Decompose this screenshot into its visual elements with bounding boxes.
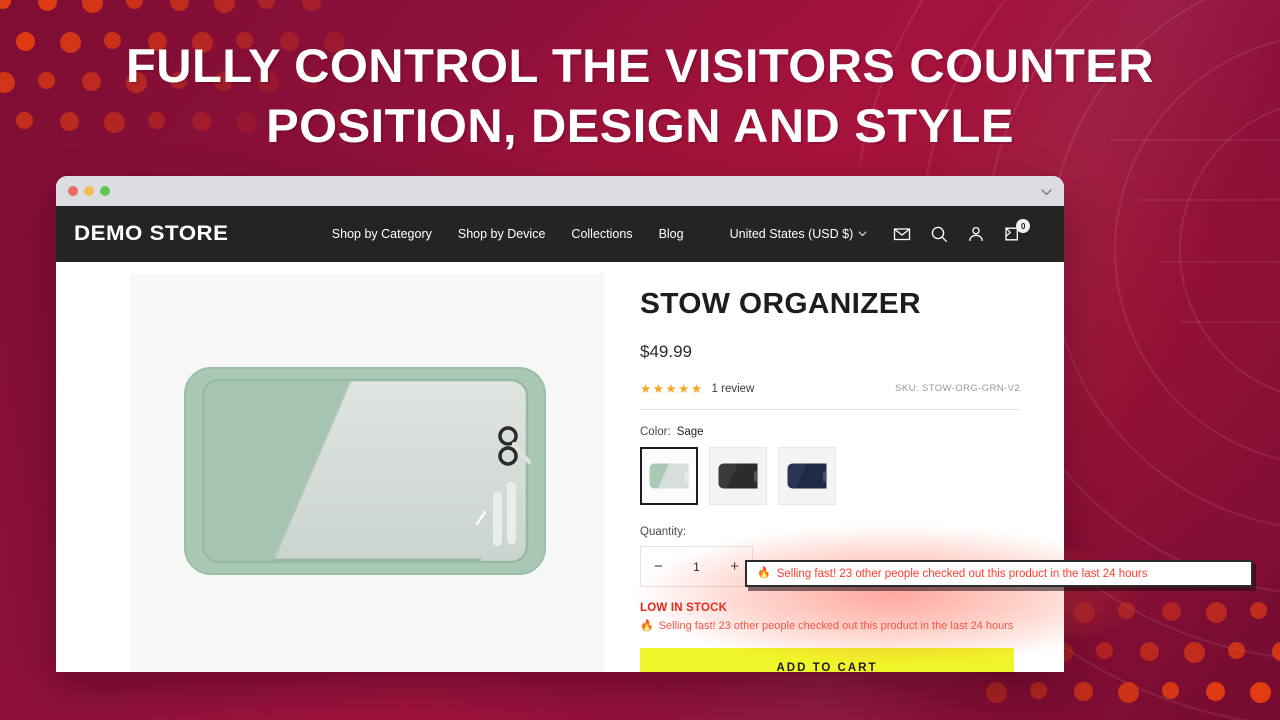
nav-item-blog[interactable]: Blog [659, 227, 684, 241]
swatch-navy[interactable] [778, 447, 836, 505]
main-navigation: Shop by Category Shop by Device Collecti… [332, 227, 684, 241]
close-window-button[interactable] [68, 186, 78, 196]
stock-status-badge: LOW IN STOCK [640, 602, 728, 614]
visitor-counter-text: Selling fast! 23 other people checked ou… [658, 620, 1014, 632]
cart-count-badge: 0 [1016, 219, 1031, 233]
quantity-stepper[interactable]: − 1 + [640, 546, 753, 587]
flame-icon: 🔥 [640, 619, 654, 632]
traffic-lights [68, 186, 110, 196]
color-option-label: Color: Sage [640, 426, 1020, 438]
add-to-cart-button[interactable]: ADD TO CART [640, 648, 1014, 672]
product-gallery[interactable] [130, 274, 604, 672]
cart-icon[interactable]: 0 [1004, 219, 1031, 243]
product-sku: SKU: STOW-ORG-GRN-V2 [895, 383, 1020, 394]
browser-chrome-bar [56, 176, 1064, 206]
browser-window: DEMO STORE Shop by Category Shop by Devi… [56, 176, 1064, 672]
swatch-black[interactable] [709, 447, 767, 505]
rating-row: ★★★★★ 1 review SKU: STOW-ORG-GRN-V2 [640, 381, 1020, 396]
mail-icon[interactable] [893, 225, 911, 243]
account-icon[interactable] [967, 225, 985, 243]
product-image [181, 364, 553, 582]
quantity-decrement-button[interactable]: − [654, 559, 663, 574]
color-label-text: Color: [640, 426, 671, 438]
locale-selector[interactable]: United States (USD $) [730, 227, 868, 241]
nav-item-shop-by-category[interactable]: Shop by Category [332, 227, 432, 241]
search-icon[interactable] [930, 225, 948, 243]
minimize-window-button[interactable] [84, 186, 94, 196]
locale-label: United States (USD $) [729, 227, 854, 241]
callout-text: Selling fast! 23 other people checked ou… [776, 567, 1148, 580]
header-icon-group: 0 [893, 219, 1031, 243]
page-title: FULLY CONTROL THE VISITORS COUNTER POSIT… [0, 36, 1280, 156]
headline-line-1: FULLY CONTROL THE VISITORS COUNTER [125, 39, 1155, 92]
product-body: STOW ORGANIZER $49.99 ★★★★★ 1 review SKU… [56, 262, 1064, 672]
store-logo[interactable]: DEMO STORE [74, 222, 229, 246]
flame-icon: 🔥 [757, 567, 771, 579]
divider [640, 409, 1020, 410]
visitor-counter-message: 🔥 Selling fast! 23 other people checked … [640, 620, 1020, 632]
nav-item-collections[interactable]: Collections [571, 227, 632, 241]
quantity-value[interactable]: 1 [693, 560, 700, 574]
review-count[interactable]: 1 review [712, 383, 755, 395]
headline-line-2: POSITION, DESIGN AND STYLE [266, 99, 1014, 153]
swatch-sage[interactable] [640, 447, 698, 505]
product-info: STOW ORGANIZER $49.99 ★★★★★ 1 review SKU… [604, 274, 1064, 672]
chevron-down-icon [858, 229, 867, 239]
store-header: DEMO STORE Shop by Category Shop by Devi… [56, 206, 1064, 262]
quantity-increment-button[interactable]: + [730, 559, 739, 574]
visitor-counter-callout: 🔥 Selling fast! 23 other people checked … [745, 560, 1253, 587]
promo-banner: FULLY CONTROL THE VISITORS COUNTER POSIT… [0, 0, 1280, 720]
product-price: $49.99 [640, 342, 692, 361]
color-swatches [640, 447, 1020, 505]
nav-item-shop-by-device[interactable]: Shop by Device [458, 227, 546, 241]
maximize-window-button[interactable] [100, 186, 110, 196]
color-selected-value: Sage [676, 426, 704, 438]
product-title: STOW ORGANIZER [640, 288, 921, 320]
quantity-label: Quantity: [640, 526, 687, 538]
star-rating-icon: ★★★★★ [640, 382, 704, 396]
chevron-down-icon[interactable] [1041, 185, 1052, 198]
